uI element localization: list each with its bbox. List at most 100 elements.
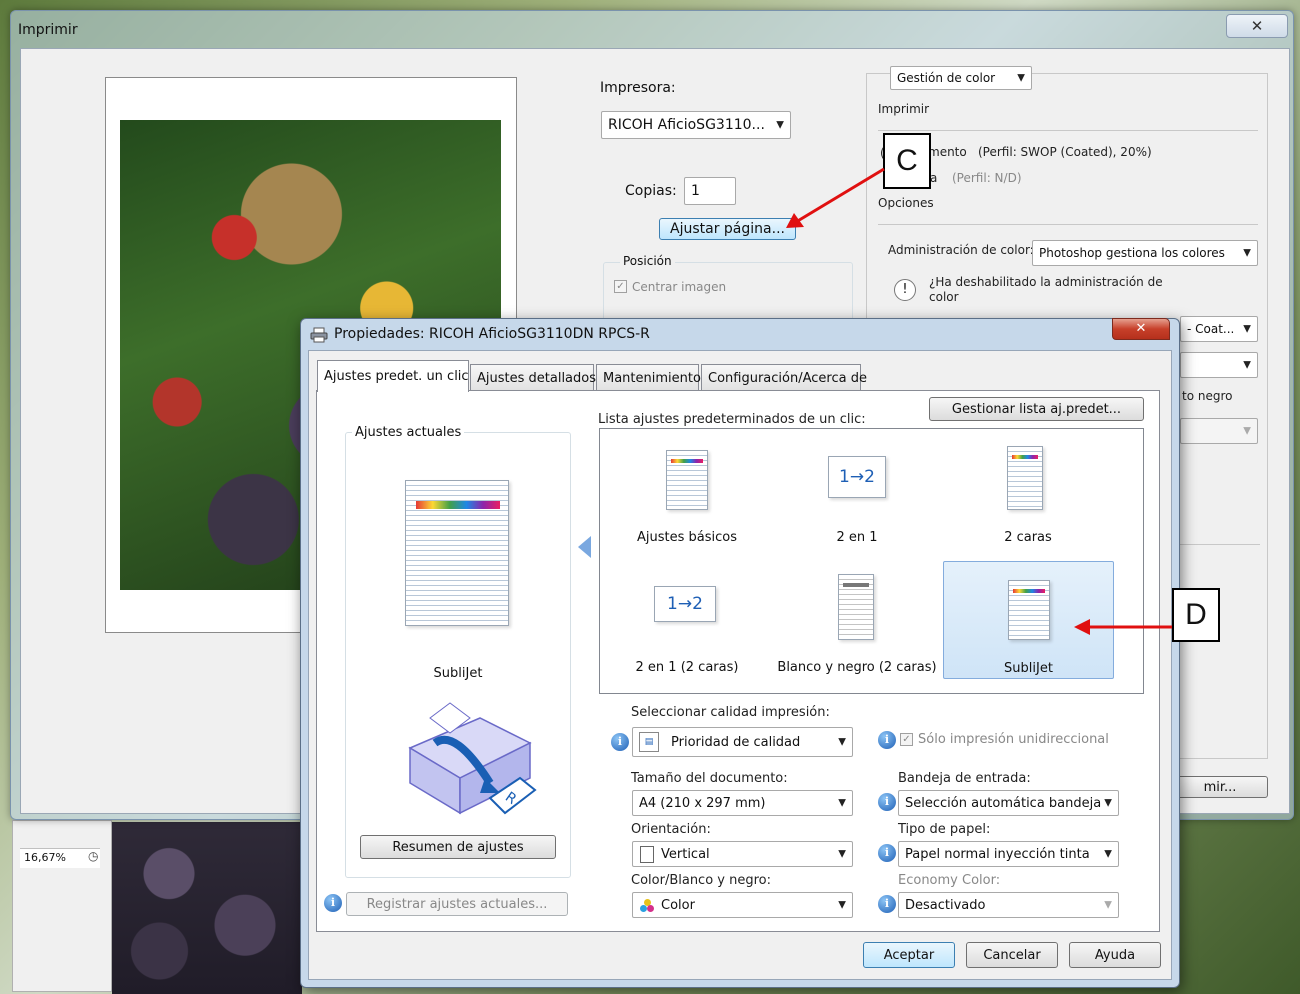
printer-label: Impresora: [600, 80, 676, 96]
help-button[interactable]: Ayuda [1069, 942, 1161, 968]
print-button[interactable]: mir... [1172, 776, 1268, 798]
tab-one-click[interactable]: Ajustes predet. un clic [317, 360, 469, 392]
quality-icon: ▤ [639, 732, 659, 752]
prueba-profile: (Perfil: N/D) [952, 171, 1022, 185]
ok-button[interactable]: Aceptar [863, 942, 955, 968]
orientation-select[interactable]: Vertical ▼ [632, 841, 853, 867]
printer-profile-value: - Coat... [1187, 322, 1235, 336]
printer-illustration: R [408, 702, 537, 815]
color-handling-select[interactable]: Photoshop gestiona los colores ▼ [1032, 240, 1258, 266]
duplex-document-icon [1007, 446, 1043, 510]
bw-document-icon [838, 574, 874, 640]
page-setup-button[interactable]: Ajustar página... [659, 218, 796, 240]
current-settings-name: SubliJet [433, 666, 483, 681]
properties-close-button[interactable]: ✕ [1112, 318, 1170, 340]
chevron-down-icon: ▼ [1243, 359, 1251, 371]
black-point-label: to negro [1182, 389, 1233, 403]
preset-label: 2 en 1 [836, 530, 878, 545]
input-tray-value: Selección automática bandeja [905, 795, 1102, 811]
rendering-intent-select[interactable]: ▼ [1180, 352, 1258, 378]
document-icon [1008, 580, 1050, 640]
info-icon: i [878, 793, 896, 811]
doc-size-value: A4 (210 x 297 mm) [639, 795, 766, 811]
preset-2in1-duplex[interactable]: 1→2 2 en 1 (2 caras) [602, 566, 772, 684]
two-in-one-duplex-icon: 1→2 [654, 586, 716, 622]
doc-size-label: Tamaño del documento: [631, 771, 788, 786]
orientation-label: Orientación: [631, 822, 711, 837]
chevron-down-icon: ▼ [1243, 323, 1251, 335]
documento-profile: (Perfil: SWOP (Coated), 20%) [978, 145, 1152, 159]
copies-input[interactable]: 1 [684, 177, 736, 205]
cancel-button[interactable]: Cancelar [966, 942, 1058, 968]
callout-d-arrow [1074, 619, 1172, 635]
printer-select[interactable]: RICOH AficioSG3110... ▼ [601, 111, 791, 139]
preset-label: Ajustes básicos [637, 530, 737, 545]
chevron-down-icon: ▼ [776, 119, 784, 131]
center-image-checkbox[interactable]: ✓ [614, 280, 627, 293]
callout-c-arrow-line [795, 167, 885, 224]
preset-label: 2 caras [1004, 530, 1052, 545]
print-close-button[interactable]: ✕ [1226, 14, 1288, 38]
properties-title: Propiedades: RICOH AficioSG3110DN RPCS-R [334, 326, 650, 342]
chevron-down-icon: ▼ [1104, 797, 1112, 809]
scroll-left-icon[interactable] [578, 536, 591, 558]
summary-button[interactable]: Resumen de ajustes [360, 835, 556, 859]
paper-type-select[interactable]: Papel normal inyección tinta ▼ [898, 841, 1119, 867]
callout-d-arrow-head [1074, 619, 1090, 635]
quality-select[interactable]: ▤ Prioridad de calidad ▼ [632, 727, 853, 757]
quality-value: Prioridad de calidad [671, 734, 801, 750]
current-settings-document-icon [405, 480, 509, 626]
preset-2in1[interactable]: 1→2 2 en 1 [772, 440, 942, 558]
prueba-label: a [930, 171, 938, 185]
document-icon [666, 450, 708, 510]
printer-icon [310, 327, 328, 343]
preset-duplex[interactable]: 2 caras [943, 440, 1113, 558]
chevron-down-icon: ▼ [838, 736, 846, 748]
callout-d: D [1172, 588, 1220, 642]
input-tray-select[interactable]: Selección automática bandeja ▼ [898, 790, 1119, 816]
info-icon: i [878, 731, 896, 749]
preset-label: SubliJet [1004, 661, 1053, 676]
current-settings-legend: Ajustes actuales [352, 425, 465, 440]
print-section-title: Imprimir [878, 102, 930, 116]
chevron-down-icon: ▼ [838, 848, 846, 860]
printer-profile-select[interactable]: - Coat... ▼ [1180, 316, 1258, 342]
chevron-down-icon: ▼ [1104, 899, 1112, 911]
color-mgmt-dropdown[interactable]: Gestión de color ▼ [890, 66, 1032, 90]
color-handling-label: Administración de color: [888, 243, 1034, 257]
color-mgmt-dropdown-value: Gestión de color [897, 71, 996, 85]
portrait-icon [640, 846, 654, 863]
divider [1180, 544, 1260, 545]
unidirectional-checkbox: ✓ [900, 733, 913, 746]
unidirectional-label: Sólo impresión unidireccional [918, 732, 1109, 747]
chevron-down-icon: ▼ [838, 899, 846, 911]
two-in-one-glyph: 1→2 [839, 467, 875, 487]
documento-label: mento [928, 145, 967, 159]
tab-maintenance[interactable]: Mantenimiento [596, 364, 701, 391]
two-in-one-glyph: 1→2 [667, 594, 703, 614]
chevron-down-icon: ▼ [1017, 72, 1025, 84]
center-image-label: Centrar imagen [632, 280, 727, 294]
callout-c-arrow [786, 167, 885, 228]
two-in-one-icon: 1→2 [828, 456, 886, 498]
tab-configuration[interactable]: Configuración/Acerca de [701, 364, 867, 391]
color-bw-select[interactable]: Color ▼ [632, 892, 853, 918]
divider [878, 224, 1258, 225]
color-bar [416, 501, 500, 509]
tab-detailed[interactable]: Ajustes detallados [470, 364, 596, 391]
preset-label: 2 en 1 (2 caras) [635, 660, 739, 675]
preset-basic[interactable]: Ajustes básicos [602, 440, 772, 558]
info-icon: i [324, 894, 342, 912]
position-legend: Posición [620, 254, 675, 268]
info-icon: i [611, 733, 629, 751]
economy-color-label: Economy Color: [898, 873, 1001, 888]
divider [878, 130, 1258, 131]
register-settings-button: Registrar ajustes actuales... [346, 892, 568, 916]
orientation-value: Vertical [661, 846, 710, 862]
zoom-icon: ◷ [88, 849, 99, 863]
manage-presets-button[interactable]: Gestionar lista aj.predet... [929, 397, 1144, 421]
chevron-down-icon: ▼ [1243, 247, 1251, 259]
preset-bw-duplex[interactable]: Blanco y negro (2 caras) [772, 566, 942, 684]
doc-size-select[interactable]: A4 (210 x 297 mm) ▼ [632, 790, 853, 816]
callout-c: C [883, 133, 931, 189]
